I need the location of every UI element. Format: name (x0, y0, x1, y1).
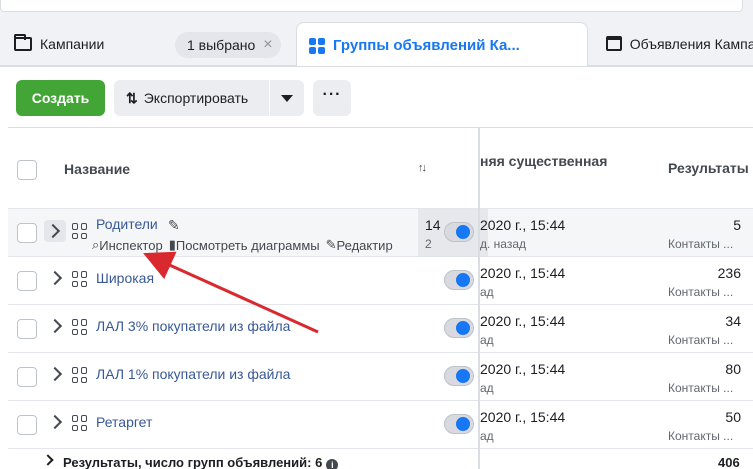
adsets-table: Название ↑↓ няя существенная Результаты … (0, 127, 753, 469)
chevron-right-icon[interactable] (47, 366, 63, 382)
table-footer: Результаты, число групп объявлений: 6i 4… (0, 449, 753, 469)
pencil-icon: ✎ (325, 237, 337, 252)
chevron-down-icon (281, 94, 293, 102)
footer-summary: Результаты, число групп объявлений: 6i (63, 455, 339, 469)
bar-chart-icon: ▮ (168, 237, 176, 252)
more-button[interactable]: ··· (313, 80, 351, 116)
export-button[interactable]: ⇅ Экспортировать (114, 80, 269, 116)
status-toggle[interactable] (444, 366, 474, 386)
delivery-date: 2020 г., 15:44 (480, 217, 566, 233)
adset-icon (72, 223, 88, 239)
result-type: Контакты ... (668, 333, 734, 347)
adset-icon (72, 271, 88, 287)
select-all-checkbox[interactable] (17, 160, 37, 180)
status-toggle[interactable] (444, 270, 474, 290)
table-row[interactable]: Широкая 2020 г., 15:44 ад 236 Контакты .… (8, 257, 753, 305)
sort-icon[interactable]: ↑↓ (418, 162, 427, 174)
selection-chip[interactable]: 1 выбрано × (175, 32, 281, 58)
info-icon[interactable]: i (326, 459, 339, 469)
adset-icon (72, 367, 88, 383)
tab-ads-label: Объявления Кампа (629, 35, 753, 52)
result-type: Контакты ... (668, 237, 734, 251)
tab-ads[interactable]: Объявления Кампа (588, 22, 753, 66)
table-header: Название ↑↓ няя существенная Результаты (8, 127, 753, 209)
delivery-ago: д. назад (480, 237, 527, 251)
row-checkbox[interactable] (17, 415, 37, 435)
delivery-date: 2020 г., 15:44 (480, 313, 566, 329)
delivery-ago: ад (480, 429, 494, 443)
row-actions: ⌕ Инспектор ▮ Посмотреть диаграммы ✎ Редакт… (92, 237, 393, 253)
edit-action[interactable]: ✎ Редактир (326, 237, 393, 253)
result-value: 50 (725, 409, 741, 425)
tab-adsets-label: Группы объявлений Ка... (333, 37, 520, 54)
table-row[interactable]: ЛАЛ 3% покупатели из файла 2020 г., 15:4… (8, 305, 753, 353)
status-toggle[interactable] (444, 318, 474, 338)
overlay-day: 14 (425, 217, 441, 233)
delivery-date: 2020 г., 15:44 (480, 265, 566, 281)
result-value: 236 (717, 265, 741, 281)
column-delivery-header[interactable]: няя существенная (480, 153, 607, 169)
chevron-right-icon[interactable] (42, 454, 54, 466)
magnifier-icon: ⌕ (92, 237, 100, 252)
export-icon: ⇅ (126, 89, 138, 106)
pencil-icon[interactable]: ✎ (168, 217, 180, 234)
table-row[interactable]: Ретаргет 2020 г., 15:44 ад 50 Контакты .… (8, 401, 753, 449)
result-type: Контакты ... (668, 381, 734, 395)
status-toggle[interactable] (444, 222, 474, 242)
tab-adsets[interactable]: Группы объявлений Ка... (296, 22, 588, 68)
delivery-ago: ад (480, 333, 494, 347)
column-name-header[interactable]: Название (64, 161, 130, 177)
status-toggle[interactable] (444, 414, 474, 434)
tab-campaigns-label: Кампании (40, 35, 105, 52)
row-checkbox[interactable] (17, 271, 37, 291)
result-type: Контакты ... (668, 285, 734, 299)
export-label: Экспортировать (143, 90, 249, 106)
adset-icon (72, 319, 88, 335)
expand-button[interactable] (44, 220, 66, 242)
result-value: 80 (725, 361, 741, 377)
chevron-right-icon (45, 223, 61, 239)
column-results-header[interactable]: Результаты (668, 160, 749, 176)
selection-chip-label: 1 выбрано (187, 37, 256, 53)
adset-name-link[interactable]: ЛАЛ 3% покупатели из файла (96, 318, 290, 334)
top-card-edge (0, 0, 743, 12)
row-checkbox[interactable] (17, 223, 37, 243)
result-value: 34 (725, 313, 741, 329)
tab-campaigns[interactable]: Кампании 1 выбрано × (0, 22, 296, 66)
delivery-ago: ад (480, 381, 494, 395)
grid-icon (309, 37, 325, 54)
window-icon (606, 36, 622, 51)
charts-action[interactable]: ▮ Посмотреть диаграммы (169, 237, 320, 253)
table-row[interactable]: ЛАЛ 1% покупатели из файла 2020 г., 15:4… (8, 353, 753, 401)
tab-bar: Кампании 1 выбрано × Группы объявлений К… (0, 22, 753, 68)
folder-icon (14, 33, 32, 51)
frozen-column-divider[interactable] (478, 127, 480, 469)
delivery-ago: ад (480, 285, 494, 299)
export-dropdown-button[interactable] (270, 80, 304, 116)
main-panel: Создать ⇅ Экспортировать ··· Название ↑↓… (0, 66, 753, 469)
adset-name-link[interactable]: Родители (96, 216, 158, 232)
row-checkbox[interactable] (17, 367, 37, 387)
footer-total: 406 (718, 455, 740, 469)
create-button[interactable]: Создать (16, 80, 105, 116)
row-checkbox[interactable] (17, 319, 37, 339)
chevron-right-icon[interactable] (47, 318, 63, 334)
more-icon: ··· (322, 86, 342, 103)
delivery-date: 2020 г., 15:44 (480, 409, 566, 425)
adset-name-link[interactable]: ЛАЛ 1% покупатели из файла (96, 366, 290, 382)
result-value: 5 (733, 217, 741, 233)
table-row[interactable]: Родители ✎ ⌕ Инспектор ▮ Посмотреть диагра… (8, 209, 753, 257)
inspector-action[interactable]: ⌕ Инспектор (92, 237, 163, 253)
adset-icon (72, 415, 88, 431)
overlay-ago: 2 (425, 237, 432, 251)
adset-name-link[interactable]: Широкая (96, 270, 154, 286)
result-type: Контакты ... (668, 429, 734, 443)
delivery-date: 2020 г., 15:44 (480, 361, 566, 377)
adset-name-link[interactable]: Ретаргет (96, 414, 152, 430)
chevron-right-icon[interactable] (47, 414, 63, 430)
close-icon[interactable]: × (263, 36, 272, 54)
chevron-right-icon[interactable] (47, 270, 63, 286)
